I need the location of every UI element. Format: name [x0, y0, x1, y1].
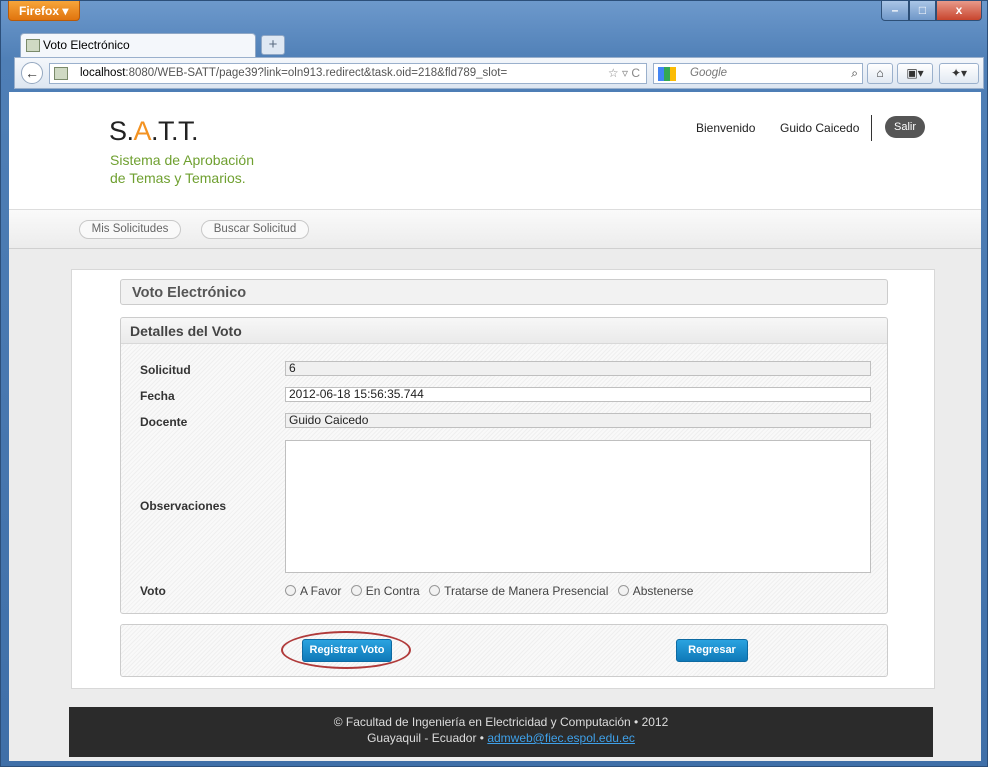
- docente-field[interactable]: Guido Caicedo: [285, 413, 871, 428]
- docente-label: Docente: [140, 415, 188, 429]
- vote-option-label: Tratarse de Manera Presencial: [444, 584, 609, 598]
- firefox-menu-button[interactable]: Firefox ▾: [8, 1, 80, 21]
- observaciones-textarea[interactable]: [285, 440, 871, 573]
- radio-en-contra[interactable]: [350, 585, 362, 596]
- vote-radio-group: A Favor En Contra Tratarse de Manera Pre…: [281, 584, 695, 598]
- header-divider: [871, 115, 872, 141]
- footer-copyright: © Facultad de Ingeniería en Electricidad…: [333, 715, 669, 729]
- vote-option-label: En Contra: [365, 584, 420, 598]
- radio-a-favor[interactable]: [285, 585, 296, 596]
- addon-button[interactable]: ✦▾: [939, 63, 979, 84]
- user-name: Guido Caicedo: [780, 121, 860, 135]
- tab-title: Voto Electrónico: [43, 38, 130, 52]
- close-window-button[interactable]: x: [936, 1, 982, 21]
- page-favicon-icon: [26, 39, 40, 52]
- search-engine-icon[interactable]: [658, 67, 676, 81]
- menu-item-buscar-solicitud[interactable]: Buscar Solicitud: [201, 220, 309, 239]
- site-header: S.A.T.T. Sistema de Aprobación de Temas …: [9, 92, 981, 209]
- fecha-label: Fecha: [140, 389, 175, 403]
- title-bar: Firefox ▾ – □ x: [1, 1, 988, 31]
- site-identity-icon[interactable]: [54, 67, 68, 80]
- url-host: localhost: [80, 67, 126, 79]
- vote-details-panel: Detalles del Voto Solicitud 6 Fecha 2012…: [120, 317, 888, 614]
- bookmarks-button[interactable]: ▣▾: [897, 63, 933, 84]
- minimize-icon: –: [891, 3, 899, 17]
- maximize-icon: □: [918, 3, 927, 17]
- home-button[interactable]: ⌂: [867, 63, 893, 84]
- site-tagline: Sistema de Aprobación de Temas y Temario…: [110, 151, 310, 187]
- page-viewport: S.A.T.T. Sistema de Aprobación de Temas …: [9, 92, 981, 761]
- tagline-line: Sistema de Aprobación: [110, 152, 254, 168]
- logout-button[interactable]: Salir: [885, 116, 925, 138]
- addon-icon: ✦▾: [950, 66, 968, 80]
- logo-part: S.: [109, 116, 134, 146]
- welcome-text: Bienvenido: [696, 121, 756, 135]
- tab-strip: Voto Electrónico +: [1, 31, 988, 57]
- url-actions-icon[interactable]: ☆ ▿ C: [608, 66, 640, 80]
- logo-accent: A: [133, 116, 152, 146]
- new-tab-button[interactable]: +: [261, 35, 285, 55]
- tab-voto-electronico[interactable]: Voto Electrónico: [20, 33, 256, 57]
- footer-location-text: Guayaquil - Ecuador •: [367, 731, 488, 745]
- vote-option-presencial[interactable]: Tratarse de Manera Presencial: [425, 584, 608, 598]
- browser-window: Firefox ▾ – □ x Voto Electrónico + ← loc…: [0, 0, 988, 767]
- maximize-button[interactable]: □: [909, 1, 936, 21]
- vote-option-label: A Favor: [300, 584, 342, 598]
- voto-label: Voto: [140, 584, 166, 598]
- navigation-toolbar: ← localhost:8080/WEB-SATT/page39?link=ol…: [14, 57, 984, 89]
- menu-item-mis-solicitudes[interactable]: Mis Solicitudes: [79, 220, 181, 239]
- vote-option-label: Abstenerse: [632, 584, 694, 598]
- radio-presencial[interactable]: [429, 585, 441, 596]
- observaciones-label: Observaciones: [140, 499, 227, 513]
- vote-option-a-favor[interactable]: A Favor: [281, 584, 341, 598]
- content-container: Voto Electrónico Detalles del Voto Solic…: [71, 269, 935, 689]
- back-button[interactable]: ←: [21, 62, 43, 84]
- solicitud-label: Solicitud: [140, 363, 191, 377]
- radio-abstenerse[interactable]: [617, 585, 629, 596]
- solicitud-field[interactable]: 6: [285, 361, 871, 376]
- url-path: :8080/WEB-SATT/page39?link=oln913.redire…: [125, 67, 508, 79]
- actions-bar: Registrar Voto Regresar: [120, 624, 888, 677]
- logo-part: .T.T.: [151, 116, 199, 146]
- bookmark-icon: ▣▾: [906, 66, 924, 80]
- highlight-circle: [281, 631, 411, 669]
- address-bar[interactable]: localhost:8080/WEB-SATT/page39?link=oln9…: [49, 63, 647, 84]
- footer-location: Guayaquil - Ecuador • admweb@fiec.espol.…: [69, 730, 933, 746]
- fecha-field[interactable]: 2012-06-18 15:56:35.744: [285, 387, 871, 402]
- site-logo[interactable]: S.A.T.T.: [109, 116, 199, 147]
- url-text: localhost:8080/WEB-SATT/page39?link=oln9…: [80, 67, 507, 79]
- close-icon: x: [955, 3, 963, 17]
- vote-option-abstenerse[interactable]: Abstenerse: [614, 584, 694, 598]
- site-footer: © Facultad de Ingeniería en Electricidad…: [69, 707, 933, 757]
- main-menu: Mis Solicitudes Buscar Solicitud: [9, 209, 981, 249]
- panel-title: Detalles del Voto: [121, 318, 887, 344]
- tagline-line: de Temas y Temarios.: [110, 170, 246, 186]
- vote-option-en-contra[interactable]: En Contra: [347, 584, 420, 598]
- minimize-button[interactable]: –: [881, 1, 909, 21]
- page-title: Voto Electrónico: [120, 279, 888, 305]
- search-icon[interactable]: ⌕: [851, 66, 858, 81]
- search-bar[interactable]: Google ⌕: [653, 63, 863, 84]
- back-page-button[interactable]: Regresar: [676, 639, 748, 662]
- footer-email-link[interactable]: admweb@fiec.espol.edu.ec: [487, 731, 635, 745]
- home-icon: ⌂: [876, 66, 884, 80]
- search-placeholder: Google: [690, 67, 728, 79]
